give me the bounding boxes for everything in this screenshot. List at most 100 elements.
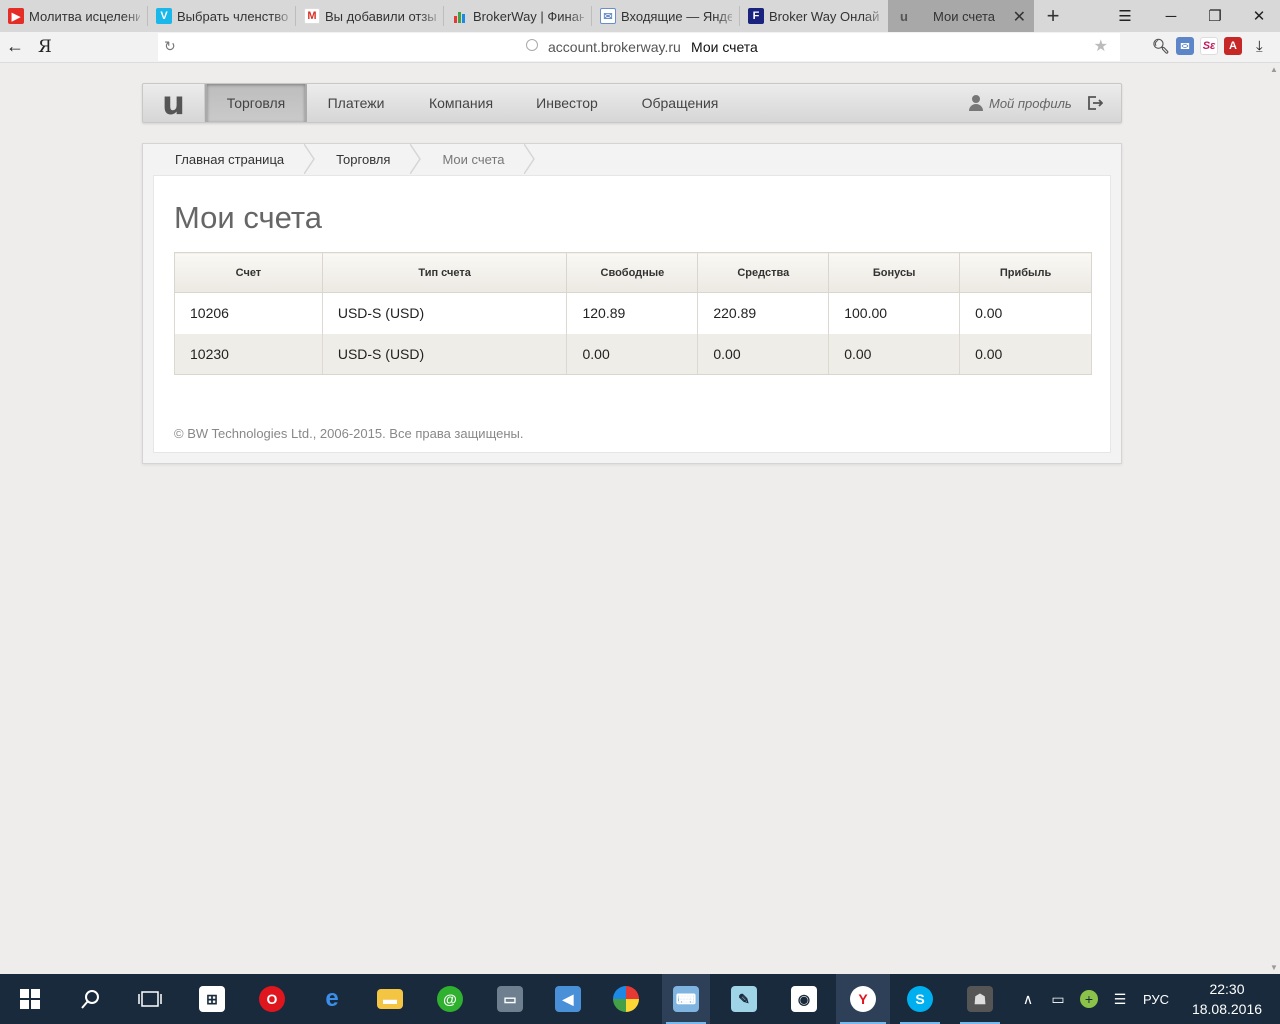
tray-app-icon[interactable]: +	[1076, 974, 1102, 1024]
mail-ru-agent-icon[interactable]: @	[426, 974, 474, 1024]
se-icon[interactable]: Sɛ	[1200, 37, 1218, 55]
table-header-row: Счет Тип счета Свободные Средства Бонусы…	[174, 252, 1092, 293]
computer-icon[interactable]: ▭	[486, 974, 534, 1024]
mail-icon: ✉	[600, 8, 616, 24]
browser-tab[interactable]: BrokerWay | Финан	[444, 0, 592, 32]
free-cell: 0.00	[566, 333, 699, 375]
bonuses-cell: 0.00	[828, 333, 961, 375]
gmail-icon: M	[304, 8, 320, 24]
opera-icon[interactable]: O	[248, 974, 296, 1024]
reload-icon[interactable]: ↻	[164, 38, 176, 55]
close-window-icon[interactable]: ✕	[1236, 0, 1280, 32]
bonuses-cell: 100.00	[828, 292, 961, 334]
acrobat-icon[interactable]: A	[1224, 37, 1242, 55]
browser-tab-active[interactable]: u Мои счета ✕	[888, 0, 1034, 32]
site-logo[interactable]: u	[143, 84, 205, 122]
yandex-logo[interactable]: Я	[38, 37, 52, 57]
account-number-cell: 10230	[174, 333, 323, 375]
browser-tab[interactable]: ✉ Входящие — Янде	[592, 0, 740, 32]
breadcrumb-separator-icon	[304, 144, 316, 174]
column-header: Бонусы	[828, 252, 961, 293]
clock-time: 22:30	[1209, 981, 1245, 997]
browser-ball-icon[interactable]	[602, 974, 650, 1024]
nav-item-company[interactable]: Компания	[405, 84, 517, 122]
ghost-app-icon[interactable]: ☗	[956, 974, 1004, 1024]
nav-item-requests[interactable]: Обращения	[617, 84, 743, 122]
logout-icon[interactable]	[1087, 95, 1103, 111]
lens-icon[interactable]: 🔍︎	[1152, 37, 1170, 55]
column-header: Счет	[174, 252, 323, 293]
file-explorer-icon[interactable]: ▬	[366, 974, 414, 1024]
minimize-icon[interactable]: ─	[1148, 0, 1194, 32]
account-number-cell: 10206	[174, 292, 323, 334]
accounts-table: Счет Тип счета Свободные Средства Бонусы…	[174, 252, 1092, 375]
breadcrumb-current: Мои счета	[442, 151, 505, 167]
camera-icon[interactable]: ◉	[780, 974, 828, 1024]
nav-item-investor[interactable]: Инвестор	[517, 84, 617, 122]
new-tab-button[interactable]: +	[1038, 3, 1068, 29]
account-type-cell: USD-S (USD)	[321, 292, 568, 334]
download-icon[interactable]: ⤓	[1256, 38, 1263, 55]
notepad-icon[interactable]: ✎	[720, 974, 768, 1024]
vertical-scrollbar[interactable]: ▲ ▼	[1268, 63, 1280, 974]
tab-title: Мои счета	[933, 8, 996, 24]
url-page-title: Мои счета	[691, 39, 758, 55]
url-host: account.brokerway.ru	[548, 39, 681, 55]
breadcrumb-trading[interactable]: Торговля	[316, 144, 410, 174]
profile-label: Мой профиль	[989, 95, 1072, 111]
column-header: Прибыль	[959, 252, 1092, 293]
profit-cell: 0.00	[959, 292, 1092, 334]
scroll-up-icon[interactable]: ▲	[1270, 65, 1278, 74]
breadcrumb-home[interactable]: Главная страница	[143, 144, 304, 174]
column-header: Средства	[697, 252, 830, 293]
scroll-down-icon[interactable]: ▼	[1270, 963, 1278, 972]
table-row[interactable]: 10230 USD-S (USD) 0.00 0.00 0.00 0.00	[174, 333, 1092, 375]
table-row[interactable]: 10206 USD-S (USD) 120.89 220.89 100.00 0…	[174, 292, 1092, 334]
language-indicator[interactable]: РУС	[1138, 974, 1174, 1024]
vimeo-icon: V	[156, 8, 172, 24]
task-view-icon[interactable]	[126, 974, 174, 1024]
browser-tab-strip: ▶ Молитва исцелени V Выбрать членство M …	[0, 0, 1280, 32]
browser-tab[interactable]: V Выбрать членство	[148, 0, 296, 32]
edge-icon[interactable]: e	[308, 974, 356, 1024]
nav-item-payments[interactable]: Платежи	[307, 84, 405, 122]
close-tab-icon[interactable]: ✕	[1013, 7, 1026, 27]
breadcrumb-separator-icon	[410, 144, 422, 174]
browser-tab[interactable]: F Broker Way Онлайн	[740, 0, 888, 32]
column-header: Свободные	[566, 252, 699, 293]
funds-cell: 0.00	[697, 333, 830, 375]
nav-item-trading[interactable]: Торговля	[205, 84, 307, 122]
account-type-cell: USD-S (USD)	[321, 333, 568, 375]
keyboard-app-icon[interactable]: ⌨	[662, 974, 710, 1024]
content-area: Мои счета Счет Тип счета Свободные Средс…	[153, 175, 1111, 453]
envelope-icon[interactable]: ✉	[1176, 37, 1194, 55]
address-bar[interactable]: ↻ account.brokerway.ru Мои счета ★	[158, 33, 1120, 61]
profit-cell: 0.00	[959, 333, 1092, 375]
windows-start-icon[interactable]	[6, 974, 54, 1024]
browser-tab[interactable]: ▶ Молитва исцелени	[0, 0, 148, 32]
profile-link[interactable]: Мой профиль	[969, 84, 1072, 122]
globe-icon	[526, 39, 538, 51]
speaker-app-icon[interactable]: ◀	[544, 974, 592, 1024]
u-icon: u	[900, 8, 908, 24]
yandex-browser-icon[interactable]: Y	[836, 974, 890, 1024]
clock-date: 18.08.2016	[1191, 1001, 1263, 1017]
restore-icon[interactable]: ❐	[1192, 0, 1238, 32]
f-icon: F	[748, 8, 764, 24]
bookmark-star-icon[interactable]: ★	[1094, 36, 1108, 56]
store-icon[interactable]: ⊞	[188, 974, 236, 1024]
browser-tab[interactable]: M Вы добавили отзы	[296, 0, 444, 32]
address-bar-row: ← Я ↻ account.brokerway.ru Мои счета ★	[0, 32, 1280, 63]
action-center-icon[interactable]: ☰	[1106, 974, 1134, 1024]
youtube-icon: ▶	[8, 8, 24, 24]
network-icon[interactable]: ▭	[1044, 974, 1072, 1024]
skype-icon[interactable]: S	[896, 974, 944, 1024]
search-icon[interactable]	[66, 974, 114, 1024]
funds-cell: 220.89	[697, 292, 830, 334]
back-arrow-icon[interactable]: ←	[6, 36, 24, 57]
menu-icon[interactable]: ☰	[1102, 0, 1148, 32]
clock[interactable]: 22:30 18.08.2016	[1186, 979, 1268, 1019]
copyright-footer: © BW Technologies Ltd., 2006-2015. Все п…	[174, 426, 524, 441]
breadcrumb: Главная страница Торговля Мои счета	[143, 144, 536, 174]
tray-chevron-icon[interactable]: ∧	[1016, 974, 1040, 1024]
